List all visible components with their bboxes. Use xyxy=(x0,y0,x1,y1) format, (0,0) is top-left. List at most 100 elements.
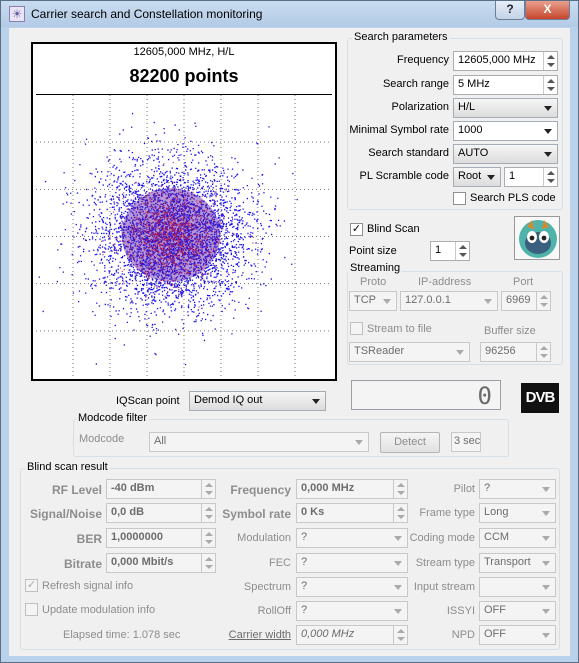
chevron-down-icon xyxy=(394,609,402,614)
buffer-size-input[interactable]: 96256 xyxy=(480,342,551,362)
stream-to-file-checkbox[interactable] xyxy=(350,322,363,335)
buffer-size-label: Buffer size xyxy=(484,325,536,337)
min-symbol-rate-label: Minimal Symbol rate xyxy=(349,124,449,136)
carrier-width-label[interactable]: Carrier width xyxy=(209,629,291,641)
mascot-icon xyxy=(519,220,557,258)
chevron-down-icon xyxy=(542,536,550,541)
min-symbol-rate-select[interactable]: 1000 xyxy=(453,121,558,141)
fec-select[interactable]: ? xyxy=(296,553,408,573)
port-input[interactable]: 6969 xyxy=(501,291,551,311)
pilot-select[interactable]: ? xyxy=(479,479,556,499)
chevron-down-icon xyxy=(484,299,492,304)
signal-noise-label: Signal/Noise xyxy=(29,507,102,521)
plot-points-count: 82200 points xyxy=(129,66,239,86)
search-standard-select[interactable]: AUTO xyxy=(453,144,558,164)
port-spin-icon[interactable] xyxy=(536,292,550,310)
chevron-down-icon xyxy=(542,609,550,614)
frequency-input[interactable]: 12605,000 MHz xyxy=(453,51,558,71)
chevron-down-icon xyxy=(542,633,550,638)
issyi-select[interactable]: OFF xyxy=(479,601,556,621)
signal-lcd-display: 0 xyxy=(351,380,501,410)
frequency-spin-icon[interactable] xyxy=(543,52,557,70)
search-range-spin-icon[interactable] xyxy=(543,76,557,94)
player-select[interactable]: TSReader xyxy=(349,342,470,362)
polarization-select[interactable]: H/L xyxy=(453,98,558,118)
modcode-select[interactable]: All xyxy=(149,432,369,452)
elapsed-time: Elapsed time: 1.078 sec xyxy=(63,629,181,641)
modcode-filter-title: Modcode filter xyxy=(76,412,150,424)
chevron-down-icon xyxy=(394,536,402,541)
ber-value: 1,0000000 xyxy=(106,528,216,548)
interval-input[interactable]: 3 sec xyxy=(451,432,481,452)
constellation-density-mid xyxy=(121,188,221,282)
coding-mode-select[interactable]: CCM xyxy=(479,528,556,548)
blind-scan-result-title: Blind scan result xyxy=(25,461,110,473)
pl-scramble-label: PL Scramble code xyxy=(359,170,449,182)
spectrum-select[interactable]: ? xyxy=(296,577,408,597)
app-window: ☀ Carrier search and Constellation monit… xyxy=(0,0,579,663)
chevron-down-icon xyxy=(394,561,402,566)
symbol-rate-spin-icon[interactable] xyxy=(393,504,407,522)
dvb-logo: DVB xyxy=(521,383,559,413)
frequency-result-label: Frequency xyxy=(230,483,291,497)
npd-select[interactable]: OFF xyxy=(479,625,556,645)
chevron-down-icon xyxy=(456,350,464,355)
bitrate-value: 0,000 Mbit/s xyxy=(106,553,216,573)
npd-label: NPD xyxy=(451,629,475,641)
pl-scramble-code-input[interactable]: 1 xyxy=(504,167,558,187)
frequency-result-spin-icon[interactable] xyxy=(393,480,407,498)
streaming-title: Streaming xyxy=(348,262,403,274)
chevron-down-icon xyxy=(355,440,363,445)
point-size-input[interactable]: 1 xyxy=(430,241,470,261)
search-range-label: Search range xyxy=(382,78,449,90)
chevron-down-icon xyxy=(542,511,550,516)
refresh-signal-checkbox[interactable]: ✓ xyxy=(25,579,38,592)
pl-scramble-mode-select[interactable]: Root xyxy=(453,167,501,187)
search-pls-label: Search PLS code xyxy=(470,192,556,204)
chevron-down-icon xyxy=(394,585,402,590)
constellation-scatter xyxy=(36,95,332,378)
chevron-down-icon xyxy=(544,106,552,111)
chevron-down-icon xyxy=(544,152,552,157)
modulation-select[interactable]: ? xyxy=(296,528,408,548)
rolloff-select[interactable]: ? xyxy=(296,601,408,621)
iqscan-select[interactable]: Demod IQ out xyxy=(189,391,326,411)
update-modulation-checkbox[interactable] xyxy=(25,603,38,616)
input-stream-select[interactable] xyxy=(479,577,556,597)
detect-button[interactable]: Detect xyxy=(380,432,440,453)
blind-scan-checkbox[interactable]: ✓ xyxy=(350,223,363,236)
search-standard-label: Search standard xyxy=(368,147,449,159)
close-button[interactable]: X xyxy=(525,1,570,20)
search-parameters-title: Search parameters xyxy=(352,31,450,43)
mascot-image xyxy=(514,216,560,260)
modulation-label: Modulation xyxy=(237,532,291,544)
chevron-down-icon xyxy=(383,299,391,304)
search-range-input[interactable]: 5 MHz xyxy=(453,75,558,95)
input-stream-label: Input stream xyxy=(413,581,475,593)
frequency-label: Frequency xyxy=(397,54,449,66)
buffer-size-spin-icon[interactable] xyxy=(536,343,550,361)
polarization-label: Polarization xyxy=(391,101,449,113)
frame-type-select[interactable]: Long xyxy=(479,503,556,523)
update-modulation-label: Update modulation info xyxy=(42,604,156,616)
chevron-down-icon xyxy=(542,585,550,590)
chevron-down-icon xyxy=(542,487,550,492)
port-header: Port xyxy=(513,276,534,288)
point-size-label: Point size xyxy=(349,245,397,257)
coding-mode-label: Coding mode xyxy=(409,532,475,544)
help-button[interactable]: ? xyxy=(495,1,525,20)
dialog-body: 12605,000 MHz, H/L 82200 points Search p… xyxy=(9,28,570,656)
search-pls-checkbox[interactable] xyxy=(453,192,466,205)
pl-scramble-spin-icon[interactable] xyxy=(543,168,557,186)
chevron-down-icon xyxy=(542,561,550,566)
stream-type-select[interactable]: Transport xyxy=(479,553,556,573)
carrier-width-spin-icon[interactable] xyxy=(393,626,407,644)
rf-level-label: RF Level xyxy=(51,483,102,497)
spectrum-label: Spectrum xyxy=(243,581,291,593)
point-size-spin-icon[interactable] xyxy=(455,242,469,260)
ber-label: BER xyxy=(76,532,102,546)
ip-address-select[interactable]: 127.0.0.1 xyxy=(400,291,498,311)
ip-header: IP-address xyxy=(418,276,472,288)
proto-select[interactable]: TCP xyxy=(349,291,397,311)
frame-type-label: Frame type xyxy=(419,507,475,519)
